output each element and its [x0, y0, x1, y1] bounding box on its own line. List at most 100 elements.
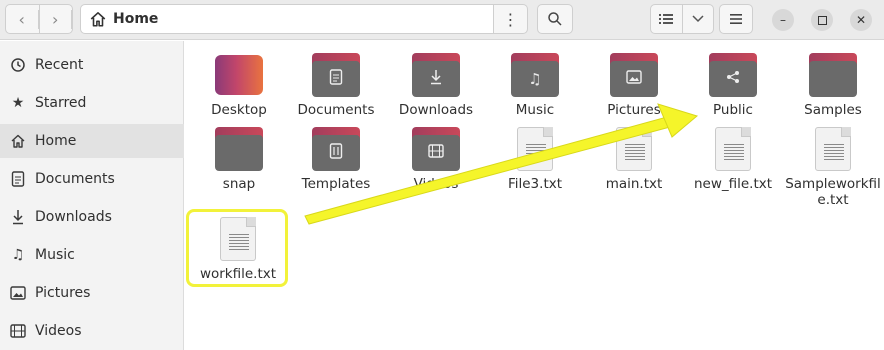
minimize-icon: – [780, 13, 786, 27]
minimize-button[interactable]: – [772, 9, 794, 31]
folder-icon [709, 51, 757, 99]
file-item-documents[interactable]: Documents [286, 51, 386, 118]
desktop-folder-icon [215, 51, 263, 99]
path-bar[interactable]: Home [80, 4, 494, 34]
folder-icon [412, 51, 460, 99]
file-item-snap[interactable]: snap [189, 125, 289, 192]
sidebar: Recent ★ Starred Home Documents Download… [0, 41, 184, 350]
maximize-button[interactable] [811, 9, 833, 31]
search-button[interactable] [537, 4, 573, 34]
file-label: Downloads [398, 102, 474, 118]
star-icon: ★ [11, 95, 25, 111]
search-icon [548, 12, 562, 26]
file-label: Videos [413, 176, 459, 192]
sidebar-item-label: Videos [35, 323, 82, 339]
sidebar-item-music[interactable]: ♫ Music [0, 238, 184, 272]
download-icon [429, 69, 443, 89]
file-label: Samples [804, 102, 862, 118]
view-dropdown-button[interactable] [683, 5, 714, 33]
file-label: File3.txt [507, 176, 563, 192]
sidebar-item-label: Music [35, 247, 75, 263]
sidebar-item-label: Starred [35, 95, 87, 111]
sidebar-item-starred[interactable]: ★ Starred [0, 86, 184, 120]
image-icon [10, 285, 26, 301]
share-icon [726, 70, 740, 88]
sidebar-item-documents[interactable]: Documents [0, 162, 184, 196]
file-item-samples[interactable]: Samples [783, 51, 883, 118]
sidebar-item-label: Pictures [35, 285, 91, 301]
close-icon: ✕ [855, 13, 867, 27]
path-menu-button[interactable]: ⋮ [494, 4, 528, 34]
close-button[interactable]: ✕ [850, 9, 872, 31]
sidebar-item-videos[interactable]: Videos [0, 314, 184, 348]
file-item-music[interactable]: ♫ Music [485, 51, 585, 118]
download-icon [10, 209, 26, 225]
file-label: Documents [297, 102, 375, 118]
maximize-icon [817, 15, 827, 25]
navigation-buttons: ‹ › [5, 4, 73, 34]
file-label: main.txt [605, 176, 663, 192]
back-button[interactable]: ‹ [6, 5, 40, 33]
file-label: Sampleworkfile.txt [785, 176, 881, 208]
folder-icon: ♫ [511, 51, 559, 99]
film-icon [428, 144, 444, 162]
forward-button[interactable]: › [40, 5, 72, 33]
hamburger-menu-icon [730, 14, 742, 24]
text-file-icon [709, 125, 757, 173]
sidebar-item-label: Documents [35, 171, 115, 187]
folder-icon [610, 51, 658, 99]
file-label: snap [222, 176, 256, 192]
sidebar-item-downloads[interactable]: Downloads [0, 200, 184, 234]
file-label: Templates [301, 176, 371, 192]
clock-icon [10, 57, 26, 73]
file-grid: Desktop Documents Downloads ♫ Music Pict… [185, 41, 884, 350]
file-item-videos[interactable]: Videos [386, 125, 486, 192]
file-item-new-file-txt[interactable]: new_file.txt [683, 125, 783, 192]
film-icon [10, 323, 26, 339]
location-title: Home [113, 11, 159, 27]
app-menu-button[interactable] [719, 4, 753, 34]
list-view-icon [659, 14, 674, 24]
list-view-button[interactable] [651, 5, 683, 33]
folder-icon [215, 125, 263, 173]
sidebar-item-label: Recent [35, 57, 84, 73]
view-options [650, 4, 714, 34]
folder-icon [809, 51, 857, 99]
chevron-left-icon: ‹ [6, 9, 39, 29]
file-label: Music [515, 102, 555, 118]
folder-icon [312, 51, 360, 99]
text-file-icon [809, 125, 857, 173]
document-icon [10, 171, 26, 187]
file-item-public[interactable]: Public [683, 51, 783, 118]
home-icon [90, 12, 106, 27]
text-file-icon [511, 125, 559, 173]
file-label: Pictures [607, 102, 661, 118]
file-item-sampleworkfile-txt[interactable]: Sampleworkfile.txt [783, 125, 883, 208]
kebab-menu-icon: ⋮ [502, 9, 519, 29]
file-item-main-txt[interactable]: main.txt [584, 125, 684, 192]
sidebar-item-label: Downloads [35, 209, 112, 225]
music-note-icon: ♫ [11, 247, 25, 263]
sidebar-item-pictures[interactable]: Pictures [0, 276, 184, 310]
chevron-right-icon: › [40, 9, 72, 29]
file-label: new_file.txt [693, 176, 773, 192]
home-icon [10, 133, 26, 149]
file-label: Public [713, 102, 753, 118]
sidebar-item-home[interactable]: Home [0, 124, 184, 158]
folder-icon [312, 125, 360, 173]
sidebar-item-recent[interactable]: Recent [0, 48, 184, 82]
file-label: Desktop [211, 102, 267, 118]
file-item-downloads[interactable]: Downloads [386, 51, 486, 118]
file-item-file3-txt[interactable]: File3.txt [485, 125, 585, 192]
folder-icon [412, 125, 460, 173]
sidebar-item-label: Home [35, 133, 77, 149]
file-item-pictures[interactable]: Pictures [584, 51, 684, 118]
file-item-templates[interactable]: Templates [286, 125, 386, 192]
file-item-desktop[interactable]: Desktop [189, 51, 289, 118]
text-file-icon [610, 125, 658, 173]
highlight-box [186, 209, 288, 287]
music-note-icon: ♫ [528, 70, 542, 88]
header-bar: ‹ › Home ⋮ – ✕ [0, 0, 884, 40]
image-icon [626, 70, 642, 88]
template-icon [329, 143, 343, 163]
